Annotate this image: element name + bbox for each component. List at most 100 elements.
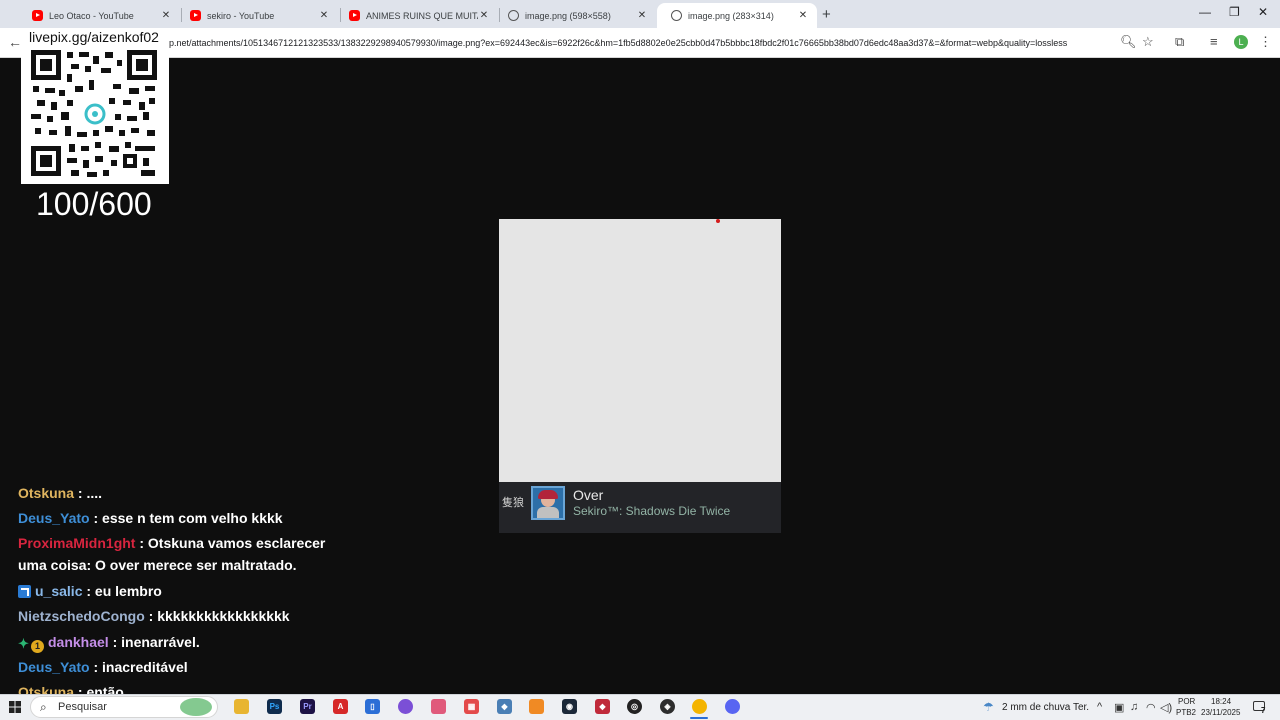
windows-start-icon[interactable] — [9, 701, 21, 713]
chat-text: : esse n tem com velho kkkk — [89, 510, 283, 526]
chat-message: Deus_Yato : inacreditável — [18, 656, 188, 678]
close-icon[interactable]: ✕ — [636, 10, 648, 21]
camera-icon[interactable]: ▣ — [1114, 701, 1124, 714]
tab-image-283-active[interactable]: image.png (283×314) ✕ — [657, 3, 817, 28]
new-tab-button[interactable]: + — [822, 6, 831, 23]
tab-leo-otaco[interactable]: Leo Otaco - YouTube ✕ — [18, 3, 180, 28]
clock-time[interactable]: 18:24 — [1211, 697, 1231, 706]
chat-message: u_salic : eu lembro — [18, 580, 162, 602]
sparkle-badge-icon: ✦ — [18, 636, 29, 651]
chat-username: NietzschedoCongo — [18, 608, 145, 624]
chat-message: ProximaMidn1ght : Otskuna vamos esclarec… — [18, 532, 325, 554]
acrobat-icon[interactable]: A — [333, 699, 348, 714]
weather-text[interactable]: 2 mm de chuva Ter. — [1002, 702, 1089, 713]
tab-strip: Leo Otaco - YouTube ✕ sekiro - YouTube ✕… — [0, 0, 1280, 28]
notification-count: 7 — [1261, 706, 1266, 715]
app-orange-icon[interactable] — [529, 699, 544, 714]
app-purple-icon[interactable] — [398, 699, 413, 714]
tab-sekiro[interactable]: sekiro - YouTube ✕ — [176, 3, 338, 28]
achievement-avatar — [531, 486, 565, 520]
search-highlight-icon — [180, 698, 212, 716]
zoom-icon[interactable]: 🔍︎ — [1120, 34, 1137, 50]
maximize-button[interactable]: ❐ — [1229, 5, 1240, 19]
browser-toolbar: ← p.net/attachments/1051346712121323533/… — [0, 28, 1280, 58]
active-app-indicator — [690, 717, 708, 719]
youtube-icon — [349, 10, 360, 21]
taskbar-search-placeholder: Pesquisar — [58, 701, 107, 713]
sekiro-logo: 隻狼 — [502, 496, 524, 509]
reading-list-icon[interactable]: ≡ — [1210, 34, 1218, 49]
app-red-icon[interactable]: ◆ — [595, 699, 610, 714]
address-bar[interactable]: p.net/attachments/1051346712121323533/13… — [169, 38, 1109, 48]
file-explorer-icon[interactable] — [234, 699, 249, 714]
globe-icon — [508, 10, 519, 21]
achievement-title: Over — [573, 487, 604, 503]
donation-goal: 100/600 — [36, 186, 152, 222]
arrow-badge-icon — [18, 585, 31, 598]
achievement-game: Sekiro™: Shadows Die Twice — [573, 504, 731, 518]
keyboard-layout[interactable]: PTB2 — [1176, 708, 1196, 717]
app-pink-icon[interactable] — [431, 699, 446, 714]
chat-text: : inacreditável — [89, 659, 188, 675]
chat-text: : eu lembro — [82, 583, 162, 599]
chat-text: : Otskuna vamos esclarecer — [135, 535, 326, 551]
tab-title: sekiro - YouTube — [207, 10, 275, 21]
chrome-icon[interactable] — [692, 699, 707, 714]
chat-text: : kkkkkkkkkkkkkkkkk — [144, 608, 290, 624]
sub-badge-icon: 1 — [31, 640, 44, 653]
profile-avatar[interactable]: L — [1234, 35, 1248, 49]
clock-date[interactable]: 23/11/2025 — [1201, 708, 1240, 717]
chat-message: NietzschedoCongo : kkkkkkkkkkkkkkkkk — [18, 605, 290, 627]
volume-icon[interactable]: ◁) — [1160, 701, 1172, 714]
photoshop-icon[interactable]: Ps — [267, 699, 282, 714]
chat-username: dankhael — [48, 634, 109, 650]
tab-title: Leo Otaco - YouTube — [49, 10, 134, 21]
close-icon[interactable]: ✕ — [797, 10, 809, 21]
chat-username: Otskuna — [18, 485, 75, 501]
chat-message: Deus_Yato : esse n tem com velho kkkk — [18, 507, 283, 529]
chat-username: ProximaMidn1ght — [18, 535, 136, 551]
qr-label: livepix.gg/aizenkof02 — [29, 29, 159, 45]
search-icon: ⌕ — [40, 700, 47, 714]
language-code[interactable]: POR — [1178, 697, 1195, 706]
chat-message-continuation: uma coisa: O over merece ser maltratado. — [18, 557, 297, 573]
discord-icon[interactable] — [725, 699, 740, 714]
globe-icon — [671, 10, 682, 21]
app-blue-icon[interactable]: ◆ — [497, 699, 512, 714]
tab-title: image.png (283×314) — [688, 10, 774, 21]
chat-text: : inenarrável. — [108, 634, 200, 650]
unity-icon[interactable]: ◈ — [660, 699, 675, 714]
chat-username: Deus_Yato — [18, 659, 90, 675]
qr-code — [31, 50, 157, 177]
youtube-icon — [32, 10, 43, 21]
notes-app-icon[interactable]: ▯ — [365, 699, 380, 714]
premiere-icon[interactable]: Pr — [300, 699, 315, 714]
minimize-button[interactable]: — — [1199, 5, 1211, 19]
tab-image-598[interactable]: image.png (598×558) ✕ — [494, 3, 656, 28]
chat-message: ✦ 1 dankhael : inenarrável. — [18, 631, 200, 653]
close-window-button[interactable]: ✕ — [1258, 5, 1268, 19]
close-icon[interactable]: ✕ — [160, 10, 172, 21]
wifi-icon[interactable]: ◠ — [1146, 701, 1156, 714]
bookmark-star-icon[interactable]: ☆ — [1142, 34, 1154, 50]
steam-icon[interactable]: ◉ — [562, 699, 577, 714]
chevron-up-icon[interactable]: ^ — [1097, 701, 1102, 713]
chat-username: Deus_Yato — [18, 510, 90, 526]
close-icon[interactable]: ✕ — [478, 10, 490, 21]
tab-title: image.png (598×558) — [525, 10, 611, 21]
chat-text: : .... — [74, 485, 103, 501]
back-arrow-icon[interactable]: ← — [8, 34, 22, 50]
chat-username: u_salic — [35, 583, 83, 599]
menu-dots-icon[interactable]: ⋮ — [1259, 34, 1272, 50]
tab-animes-ruins[interactable]: ANIMES RUINS QUE MUITA GENTE ✕ — [335, 3, 498, 28]
red-dot — [716, 219, 720, 223]
tab-title: ANIMES RUINS QUE MUITA GENTE — [366, 10, 478, 21]
app-grid-icon[interactable]: ▦ — [464, 699, 479, 714]
microphone-icon[interactable]: ♫ — [1130, 701, 1138, 713]
chat-message: Otskuna : .... — [18, 482, 102, 504]
extensions-icon[interactable]: ⧉ — [1175, 34, 1184, 50]
obs-icon[interactable]: ◎ — [627, 699, 642, 714]
rain-icon: ☂ — [983, 700, 994, 714]
youtube-icon — [190, 10, 201, 21]
close-icon[interactable]: ✕ — [318, 10, 330, 21]
